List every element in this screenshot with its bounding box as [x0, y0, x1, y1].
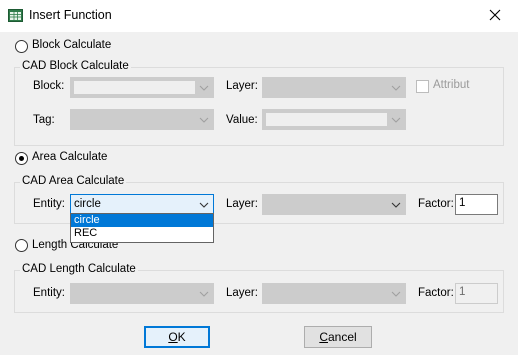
- chevron-down-icon: [391, 199, 401, 211]
- length-factor-input[interactable]: 1: [455, 283, 498, 304]
- ok-button-mnemonic: O: [168, 330, 178, 344]
- ok-button[interactable]: OK: [144, 326, 210, 348]
- chevron-down-icon: [199, 199, 209, 211]
- length-calculate-radio[interactable]: [15, 239, 28, 252]
- cad-length-group-title: CAD Length Calculate: [20, 263, 138, 275]
- chevron-down-icon: [199, 82, 209, 94]
- chevron-down-icon: [391, 288, 401, 300]
- ok-button-label: K: [177, 330, 186, 344]
- area-factor-input[interactable]: 1: [455, 194, 498, 215]
- cad-area-group-title: CAD Area Calculate: [20, 175, 127, 187]
- block-layer-combo[interactable]: [262, 77, 406, 98]
- close-icon: [489, 9, 501, 24]
- chevron-down-icon: [199, 114, 209, 126]
- cad-block-group-title: CAD Block Calculate: [20, 60, 131, 72]
- length-layer-label: Layer:: [226, 287, 258, 299]
- length-entity-label: Entity:: [33, 287, 65, 299]
- area-calculate-radio[interactable]: [15, 152, 28, 165]
- value-label: Value:: [226, 114, 258, 126]
- window-title: Insert Function: [29, 8, 112, 22]
- cancel-button-mnemonic: C: [319, 330, 328, 344]
- length-factor-label: Factor:: [418, 287, 454, 299]
- chevron-down-icon: [199, 288, 209, 300]
- block-label: Block:: [33, 80, 65, 92]
- titlebar: Insert Function: [0, 0, 518, 32]
- cancel-button-label: ancel: [327, 330, 357, 344]
- dropdown-option-circle[interactable]: circle: [71, 214, 213, 227]
- attribute-checkbox[interactable]: [416, 80, 429, 93]
- area-entity-value: circle: [74, 198, 101, 210]
- area-factor-label: Factor:: [418, 198, 454, 210]
- block-layer-label: Layer:: [226, 80, 258, 92]
- chevron-down-icon: [391, 82, 401, 94]
- area-entity-label: Entity:: [33, 198, 65, 210]
- value-combo[interactable]: [262, 109, 406, 130]
- block-calculate-label: Block Calculate: [32, 39, 112, 51]
- table-icon: [8, 9, 23, 22]
- tag-label: Tag:: [33, 114, 55, 126]
- area-layer-combo[interactable]: [262, 194, 406, 215]
- cancel-button[interactable]: Cancel: [304, 326, 372, 348]
- block-calculate-radio[interactable]: [15, 40, 28, 53]
- area-layer-label: Layer:: [226, 198, 258, 210]
- length-entity-combo[interactable]: [70, 283, 214, 304]
- dialog-body: Block Calculate CAD Block Calculate Bloc…: [0, 32, 518, 355]
- entity-dropdown-list: circle REC: [70, 213, 214, 243]
- area-entity-combo[interactable]: circle: [70, 194, 214, 215]
- length-layer-combo[interactable]: [262, 283, 406, 304]
- block-combo[interactable]: [70, 77, 214, 98]
- close-button[interactable]: [478, 2, 512, 30]
- area-calculate-label: Area Calculate: [32, 151, 108, 163]
- chevron-down-icon: [391, 114, 401, 126]
- attribute-label: Attribut: [433, 79, 470, 91]
- dropdown-option-rec[interactable]: REC: [71, 227, 213, 240]
- tag-combo[interactable]: [70, 109, 214, 130]
